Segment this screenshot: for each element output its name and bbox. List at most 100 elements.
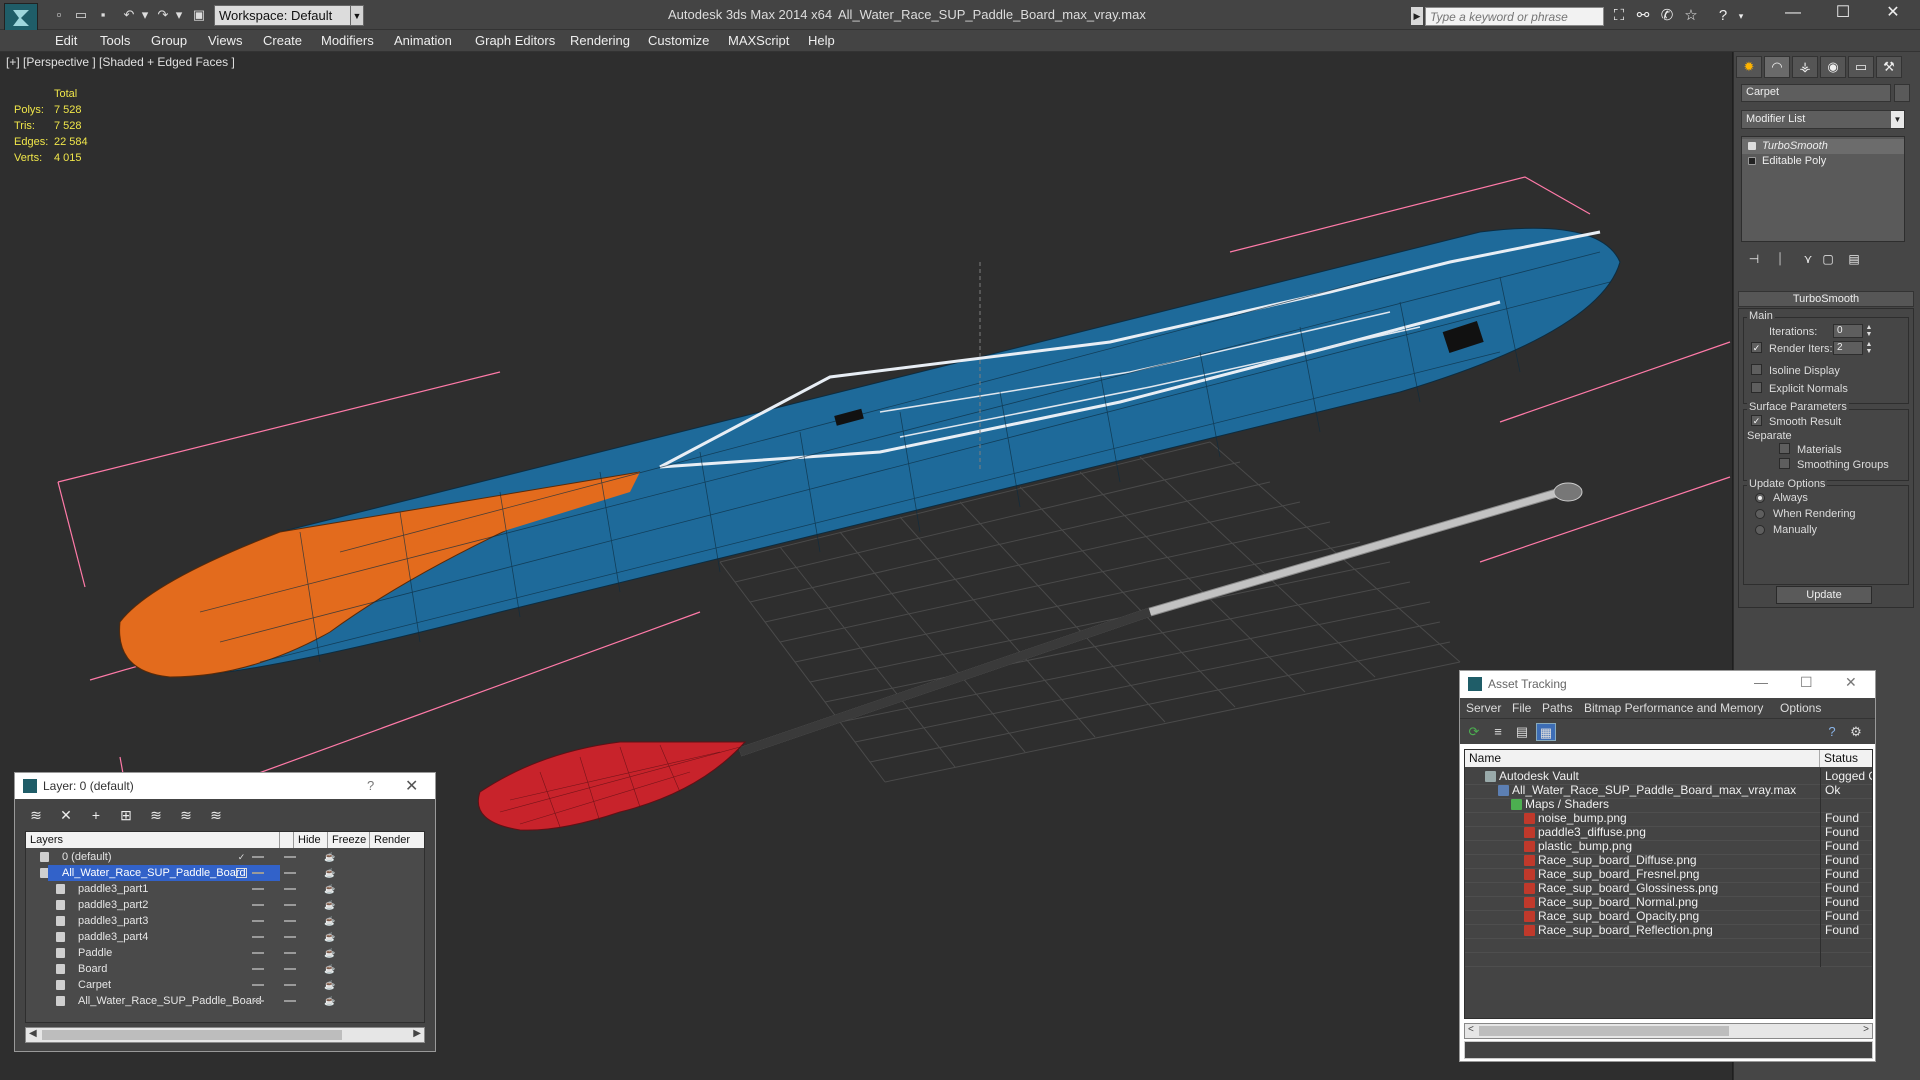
layer-name[interactable]: paddle3_part3 — [64, 913, 280, 929]
freeze-toggle[interactable] — [284, 952, 296, 954]
manually-radio[interactable] — [1755, 525, 1765, 535]
close-button[interactable]: ✕ — [1845, 674, 1857, 691]
thumbnail-view-icon[interactable]: ▤ — [1512, 723, 1532, 741]
settings-icon[interactable]: ⚙ — [1846, 723, 1866, 741]
scrollbar-thumb[interactable] — [1479, 1026, 1729, 1036]
search-expand-icon[interactable]: ▶ — [1411, 7, 1423, 25]
menu-graph-editors[interactable]: Graph Editors — [475, 33, 555, 48]
hide-toggle[interactable] — [252, 904, 264, 906]
layer-name[interactable]: Board — [64, 961, 280, 977]
layer-name[interactable]: paddle3_part2 — [64, 897, 280, 913]
menu-server[interactable]: Server — [1466, 701, 1501, 715]
create-tab-icon[interactable]: ✹ — [1736, 56, 1762, 78]
materials-checkbox[interactable] — [1779, 443, 1790, 454]
spinner-arrows-icon[interactable]: ▲ ▼ — [1865, 341, 1873, 355]
select-objects-icon[interactable]: ⊞ — [115, 805, 137, 825]
scroll-left-icon[interactable]: < — [1468, 1024, 1474, 1035]
always-radio[interactable] — [1755, 493, 1765, 503]
object-name-field[interactable]: Carpet — [1741, 84, 1891, 102]
update-button[interactable]: Update — [1776, 586, 1872, 604]
layer-row[interactable]: Paddle ☕ — [26, 945, 424, 961]
add-to-layer-icon[interactable]: + — [85, 805, 107, 825]
column-header-hide[interactable]: Hide — [294, 832, 328, 848]
highlight-layer-icon[interactable]: ≋ — [145, 805, 167, 825]
horizontal-scrollbar[interactable]: ◀ ▶ — [25, 1027, 425, 1043]
smooth-result-checkbox[interactable]: ✓ — [1751, 415, 1762, 426]
freeze-toggle[interactable] — [284, 872, 296, 874]
pin-stack-icon[interactable]: ⊣ — [1744, 250, 1764, 268]
asset-dialog-titlebar[interactable]: Asset Tracking — ☐ ✕ — [1460, 671, 1875, 697]
binoculars-icon[interactable]: ⛶ — [1609, 6, 1629, 26]
layer-row[interactable]: 0 (default) ✓ ☕ — [26, 849, 424, 865]
delete-layer-icon[interactable]: ✕ — [55, 805, 77, 825]
column-header-freeze[interactable]: Freeze — [328, 832, 370, 848]
hide-toggle[interactable] — [252, 936, 264, 938]
hide-toggle[interactable] — [252, 1000, 264, 1002]
layer-name[interactable]: paddle3_part4 — [64, 929, 280, 945]
create-layer-icon[interactable]: ≋ — [25, 805, 47, 825]
stack-item-editable-poly[interactable]: Editable Poly — [1742, 154, 1904, 169]
menu-options[interactable]: Options — [1780, 701, 1821, 715]
hide-toggle[interactable] — [252, 888, 264, 890]
help-button[interactable]: ? — [367, 778, 374, 793]
layer-row[interactable]: Board ☕ — [26, 961, 424, 977]
modify-tab-icon[interactable]: ◠ — [1764, 56, 1790, 78]
scroll-right-icon[interactable]: ▶ — [413, 1028, 421, 1039]
hide-toggle[interactable] — [252, 920, 264, 922]
app-logo-icon[interactable] — [4, 3, 38, 31]
column-header-render[interactable]: Render — [370, 832, 424, 848]
redo-dropdown-icon[interactable]: ▾ — [170, 7, 188, 23]
render-teapot-icon[interactable]: ☕ — [324, 980, 335, 990]
communication-icon[interactable]: ✆ — [1657, 6, 1677, 26]
hide-all-layers-icon[interactable]: ≋ — [175, 805, 197, 825]
menu-bitmap-performance[interactable]: Bitmap Performance and Memory — [1584, 701, 1763, 715]
workspace-select[interactable]: Workspace: Default — [214, 5, 352, 26]
lightbulb-icon[interactable] — [1748, 142, 1756, 150]
save-icon[interactable]: ▪ — [94, 7, 112, 23]
scrollbar-thumb[interactable] — [42, 1030, 342, 1040]
smoothing-groups-checkbox[interactable] — [1779, 458, 1790, 469]
freeze-toggle[interactable] — [284, 1000, 296, 1002]
display-tab-icon[interactable]: ▭ — [1848, 56, 1874, 78]
layer-row[interactable]: paddle3_part1 ☕ — [26, 881, 424, 897]
favorites-star-icon[interactable]: ☆ — [1681, 6, 1701, 26]
layer-row[interactable]: Carpet ☕ — [26, 977, 424, 993]
stack-item-turbosmooth[interactable]: TurboSmooth — [1742, 139, 1904, 154]
freeze-toggle[interactable] — [284, 968, 296, 970]
scroll-left-icon[interactable]: ◀ — [29, 1028, 37, 1039]
menu-group[interactable]: Group — [151, 33, 187, 48]
chevron-down-icon[interactable]: ▼ — [350, 5, 364, 26]
help-icon[interactable]: ? — [1822, 723, 1842, 741]
render-teapot-icon[interactable]: ☕ — [324, 916, 335, 926]
close-button[interactable]: ✕ — [405, 776, 418, 796]
render-teapot-icon[interactable]: ☕ — [324, 868, 335, 878]
layer-row[interactable]: All_Water_Race_SUP_Paddle_Board ☕ — [26, 865, 424, 881]
open-file-icon[interactable]: ▭ — [72, 7, 90, 23]
make-unique-icon[interactable]: ⋎ — [1798, 250, 1818, 268]
layer-row[interactable]: paddle3_part2 ☕ — [26, 897, 424, 913]
layer-dialog-titlebar[interactable]: Layer: 0 (default) ? ✕ — [15, 773, 435, 799]
new-file-icon[interactable]: ▫ — [50, 7, 68, 23]
column-header-current[interactable] — [280, 832, 294, 848]
object-color-swatch[interactable] — [1894, 84, 1910, 102]
refresh-icon[interactable]: ⟳ — [1464, 723, 1484, 741]
menu-rendering[interactable]: Rendering — [570, 33, 630, 48]
layer-row[interactable]: paddle3_part4 ☕ — [26, 929, 424, 945]
render-teapot-icon[interactable]: ☕ — [324, 852, 335, 862]
explicit-normals-checkbox[interactable] — [1751, 382, 1762, 393]
menu-maxscript[interactable]: MAXScript — [728, 33, 789, 48]
hierarchy-tab-icon[interactable]: ⚶ — [1792, 56, 1818, 78]
viewport-label[interactable]: [+] [Perspective ] [Shaded + Edged Faces… — [6, 55, 235, 69]
menu-help[interactable]: Help — [808, 33, 835, 48]
layer-name[interactable]: Paddle — [64, 945, 280, 961]
help-dropdown-icon[interactable]: ▾ — [1731, 6, 1751, 26]
render-teapot-icon[interactable]: ☕ — [324, 900, 335, 910]
minimize-button[interactable]: — — [1770, 0, 1816, 28]
render-teapot-icon[interactable]: ☕ — [324, 884, 335, 894]
current-layer-box-icon[interactable] — [236, 868, 247, 878]
chevron-down-icon[interactable]: ▼ — [1891, 111, 1904, 128]
current-layer-check-icon[interactable]: ✓ — [236, 852, 247, 862]
hide-toggle[interactable] — [252, 952, 264, 954]
render-iters-checkbox[interactable]: ✓ — [1751, 342, 1762, 353]
column-header-status[interactable]: Status — [1820, 750, 1872, 767]
